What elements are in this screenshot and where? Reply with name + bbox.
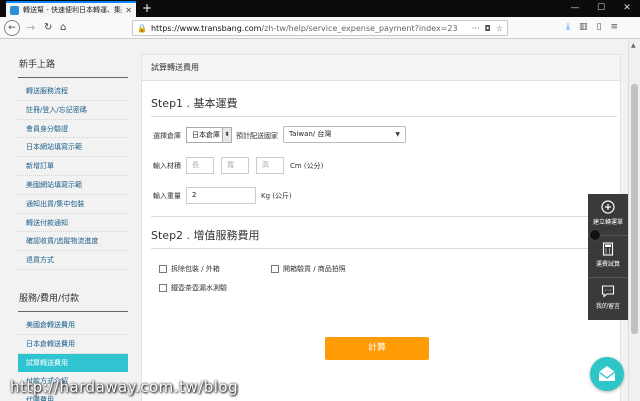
page-scrollbar[interactable]: ▲ [628, 40, 640, 401]
back-icon[interactable]: ← [4, 20, 20, 36]
library-icon[interactable]: ▥ [579, 22, 588, 32]
sidebar-item[interactable]: 美國網站填寫示範 [18, 176, 128, 195]
checkbox[interactable] [159, 265, 167, 273]
country-label: 預計配送國家 [236, 132, 278, 140]
tab-title: 轉送幫 - 快速便利日本轉運、集運 [23, 6, 123, 14]
float-label: 建立轉運單 [592, 219, 623, 226]
sidebar-item[interactable]: 轉送付款通知 [18, 214, 128, 233]
home-icon[interactable]: ⌂ [60, 20, 66, 36]
length-input[interactable]: 長 [186, 157, 214, 174]
warehouse-select[interactable]: 日本倉庫 ⬍ [186, 127, 232, 143]
checkbox[interactable] [159, 284, 167, 292]
chevron-down-icon: ▼ [395, 131, 400, 138]
maximize-icon[interactable]: ☐ [588, 0, 614, 17]
bookmark-star-icon[interactable]: ☆ [496, 24, 503, 33]
browser-toolbar-right: ⤓ ▥ ▯ ≡ [566, 22, 618, 32]
sidebar-item[interactable]: 確認收貨/追蹤物流進度 [18, 232, 128, 252]
my-messages-button[interactable]: 我的留言 [588, 278, 628, 320]
option-leak-test[interactable]: 鐵壺茶壺漏水測驗 [159, 283, 227, 293]
plus-circle-icon [601, 200, 615, 214]
sidebar-item-active[interactable]: 試算轉送費用 [18, 353, 128, 373]
float-label: 運費試算 [595, 261, 620, 268]
option-label: 拆除包裝 / 外箱 [171, 265, 220, 273]
envelope-icon [598, 366, 616, 381]
window-controls: — ☐ ✕ [562, 0, 640, 17]
sidebar-item[interactable]: 日本網站填寫示範 [18, 138, 128, 158]
warehouse-value: 日本倉庫 [192, 131, 220, 139]
scrollbar-thumb[interactable] [631, 84, 638, 334]
browser-nav-bar: ← → ↻ ⌂ 🔒 https://www.transbang.com/zh-t… [0, 17, 640, 39]
sidebar-toggle-icon[interactable]: ▯ [597, 22, 602, 32]
calculate-button[interactable]: 計算 [325, 337, 429, 360]
calculator-icon [602, 242, 614, 256]
floating-toolbar: 建立轉運單 運費試算 我的留言 [588, 194, 628, 320]
url-bar[interactable]: 🔒 https://www.transbang.com/zh-tw/help/s… [132, 20, 508, 36]
height-input[interactable]: 高 [256, 157, 284, 174]
watermark: http://hardaway.com.tw/blog [10, 378, 239, 396]
download-icon[interactable]: ⤓ [566, 22, 570, 32]
url-path: /zh-tw/help/service_expense_payment?inde… [261, 23, 458, 33]
option-unpack[interactable]: 拆除包裝 / 外箱 [159, 264, 220, 274]
new-tab-icon[interactable]: + [142, 1, 152, 15]
calculator-panel: 試算轉送費用 Step1 . 基本運費 選擇倉庫 日本倉庫 ⬍ 預計配送國家 T… [141, 54, 621, 401]
sidebar-item[interactable]: 通知出貨/集中包裝 [18, 195, 128, 214]
country-value: Taiwan/ 台灣 [289, 130, 332, 138]
site-favicon-icon [10, 5, 19, 15]
sidebar-section-title-fees: 服務/費用/付款 [18, 288, 128, 312]
reload-icon[interactable]: ↻ [44, 20, 52, 36]
weight-input[interactable]: 2 [186, 187, 256, 204]
sidebar-section-title-newbie: 新手上路 [18, 54, 128, 78]
sidebar-item[interactable]: 退貨方式 [18, 251, 128, 270]
minimize-icon[interactable]: — [562, 0, 588, 17]
warehouse-label: 選擇倉庫 [153, 132, 181, 140]
step1-title: Step1 . 基本運費 [151, 97, 238, 110]
shipping-calculator-button[interactable]: 運費試算 [588, 236, 628, 278]
sidebar-item[interactable]: 美國倉轉送費用 [18, 316, 128, 335]
pocket-icon[interactable]: ◘ [485, 24, 491, 33]
sidebar-item[interactable]: 註冊/登入/忘記密碼 [18, 101, 128, 120]
option-inspect-photo[interactable]: 開箱驗貨 / 商品拍照 [271, 264, 346, 274]
toolbar-collapse-icon[interactable] [589, 229, 601, 241]
weight-label: 輸入重量 [153, 192, 181, 200]
scroll-up-icon[interactable]: ▲ [631, 42, 636, 49]
close-tab-icon[interactable]: ✕ [125, 6, 132, 15]
menu-icon[interactable]: ≡ [610, 22, 618, 32]
divider [151, 216, 617, 217]
country-select[interactable]: Taiwan/ 台灣 ▼ [283, 126, 406, 143]
message-icon [601, 285, 615, 298]
url-host: https://www.transbang.com [150, 23, 262, 33]
divider [151, 116, 617, 117]
sidebar-item[interactable]: 會員身分驗證 [18, 120, 128, 139]
forward-icon[interactable]: → [26, 20, 35, 36]
size-unit: Cm (公分) [290, 162, 324, 170]
float-label: 我的留言 [595, 303, 620, 310]
close-window-icon[interactable]: ✕ [614, 0, 640, 17]
sidebar-item[interactable]: 日本倉轉送費用 [18, 335, 128, 354]
secure-lock-icon[interactable]: 🔒 [137, 24, 147, 33]
browser-tab[interactable]: 轉送幫 - 快速便利日本轉運、集運 ✕ [6, 1, 136, 17]
option-label: 鐵壺茶壺漏水測驗 [171, 284, 227, 292]
chat-button[interactable] [590, 357, 624, 391]
page-actions-icon[interactable]: ··· [472, 24, 480, 33]
width-input[interactable]: 寬 [221, 157, 249, 174]
option-label: 開箱驗貨 / 商品拍照 [283, 265, 346, 273]
chevron-down-icon: ⬍ [222, 128, 231, 142]
divider [151, 248, 617, 249]
help-sidebar: 新手上路 轉送服務流程 註冊/登入/忘記密碼 會員身分驗證 日本網站填寫示範 新… [18, 54, 128, 401]
browser-tab-bar: 轉送幫 - 快速便利日本轉運、集運 ✕ + — ☐ ✕ [0, 0, 640, 17]
step2-title: Step2 . 增值服務費用 [151, 229, 260, 242]
sidebar-item[interactable]: 新增訂單 [18, 157, 128, 176]
weight-unit: Kg (公斤) [261, 192, 292, 200]
page-viewport: 新手上路 轉送服務流程 註冊/登入/忘記密碼 會員身分驗證 日本網站填寫示範 新… [0, 40, 628, 401]
panel-title: 試算轉送費用 [142, 55, 620, 81]
sidebar-item[interactable]: 轉送服務流程 [18, 82, 128, 101]
size-label: 輸入材積 [153, 162, 181, 170]
checkbox[interactable] [271, 265, 279, 273]
